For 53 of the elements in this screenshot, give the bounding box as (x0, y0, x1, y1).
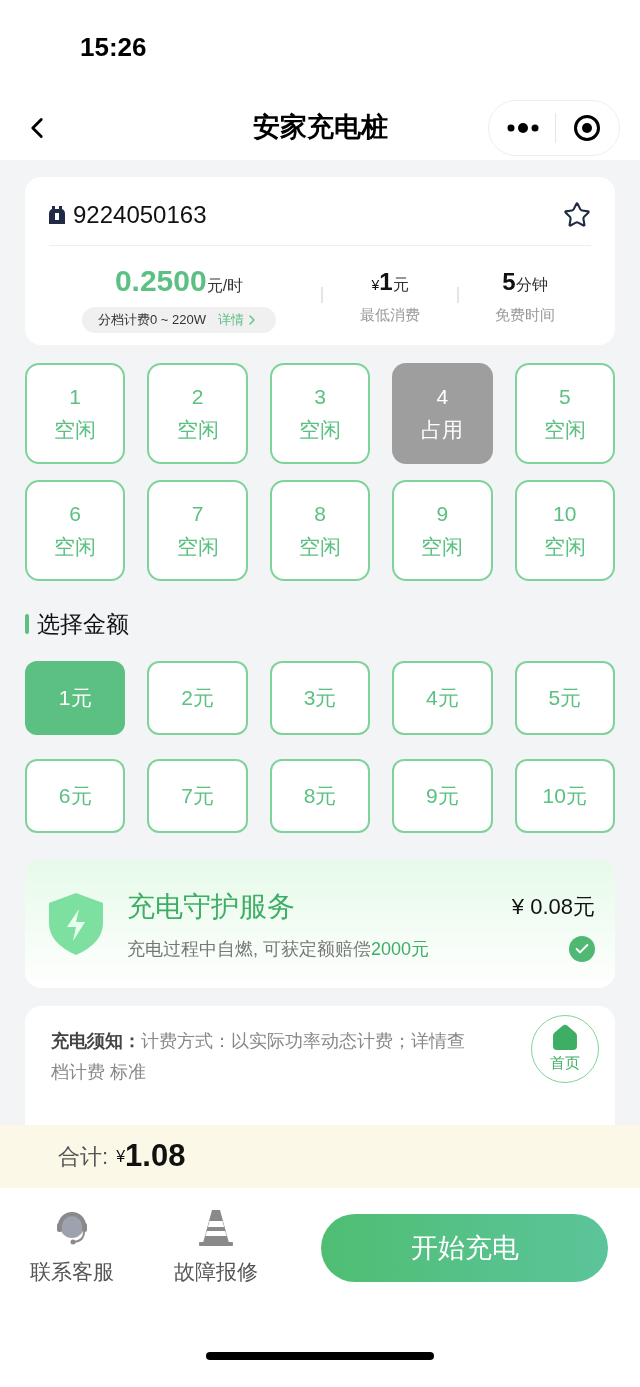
start-charging-button[interactable]: 开始充电 (321, 1214, 608, 1282)
amount-option[interactable]: 2元 (147, 661, 248, 735)
min-charge-symbol: ¥ (371, 277, 380, 295)
total-amount: 1.08 (125, 1137, 186, 1176)
section-heading: 选择金额 (37, 609, 129, 639)
repair-button[interactable]: 故障报修 (174, 1208, 258, 1288)
price-unit: 元/时 (206, 276, 244, 296)
charging-port[interactable]: 1 空闲 (25, 362, 126, 464)
amount-option[interactable]: 4元 (392, 661, 493, 735)
amount-option[interactable]: 9元 (392, 759, 493, 833)
free-time-label: 免费时间 (495, 305, 555, 325)
charging-port[interactable]: 6 空闲 (25, 479, 126, 581)
charging-notice: 充电须知：计费方式：以实际功率动态计费；详情查 档计费 标准 (51, 1030, 466, 1084)
station-id: 9224050163 (73, 200, 207, 230)
amount-option[interactable]: 6元 (25, 759, 126, 833)
charging-port[interactable]: 4 占用 (392, 362, 493, 464)
favorite-star-icon[interactable] (563, 201, 591, 229)
charging-port[interactable]: 5 空闲 (514, 362, 615, 464)
protection-checkbox[interactable] (569, 936, 595, 962)
free-time-unit: 分钟 (515, 276, 548, 295)
page-title: 安家充电桩 (252, 111, 388, 145)
free-time-value: 5 (502, 267, 516, 297)
min-charge-label: 最低消费 (360, 305, 420, 325)
amount-option[interactable]: 7元 (147, 759, 248, 833)
amount-option[interactable]: 5元 (514, 661, 615, 735)
more-icon[interactable] (507, 122, 539, 133)
protection-description: 充电过程中自燃, 可获定额赔偿2000元 (127, 937, 430, 961)
close-target-icon[interactable] (573, 113, 601, 142)
tier-details-link[interactable]: 详情 (218, 310, 260, 330)
tier-text: 分档计费0 ~ 220W (98, 311, 206, 329)
amount-option[interactable]: 10元 (514, 759, 615, 833)
charger-icon (49, 204, 65, 226)
charging-port[interactable]: 8 空闲 (269, 479, 371, 581)
charging-port[interactable]: 2 空闲 (147, 362, 248, 464)
charging-port[interactable]: 7 空闲 (147, 479, 248, 581)
amount-option[interactable]: 1元 (25, 661, 126, 735)
charging-port[interactable]: 10 空闲 (514, 479, 615, 581)
amount-option[interactable]: 8元 (269, 759, 371, 833)
status-time: 15:26 (80, 31, 147, 64)
protection-title: 充电守护服务 (127, 889, 295, 924)
amount-option[interactable]: 3元 (269, 661, 371, 735)
min-charge-unit: 元 (392, 275, 409, 295)
home-button[interactable]: 首页 (531, 1015, 599, 1083)
charging-port[interactable]: 9 空闲 (392, 479, 493, 581)
support-button[interactable]: 联系客服 (30, 1208, 114, 1288)
protection-price: ¥ 0.08元 (511, 893, 595, 921)
house-icon (551, 1023, 579, 1052)
traffic-cone-icon (196, 1208, 236, 1249)
total-currency: ¥ (116, 1147, 126, 1165)
price-value: 0.2500 (114, 263, 207, 299)
min-charge-value: 1 (379, 267, 393, 297)
total-label: 合计: (58, 1143, 109, 1171)
charging-port[interactable]: 3 空闲 (269, 362, 371, 464)
